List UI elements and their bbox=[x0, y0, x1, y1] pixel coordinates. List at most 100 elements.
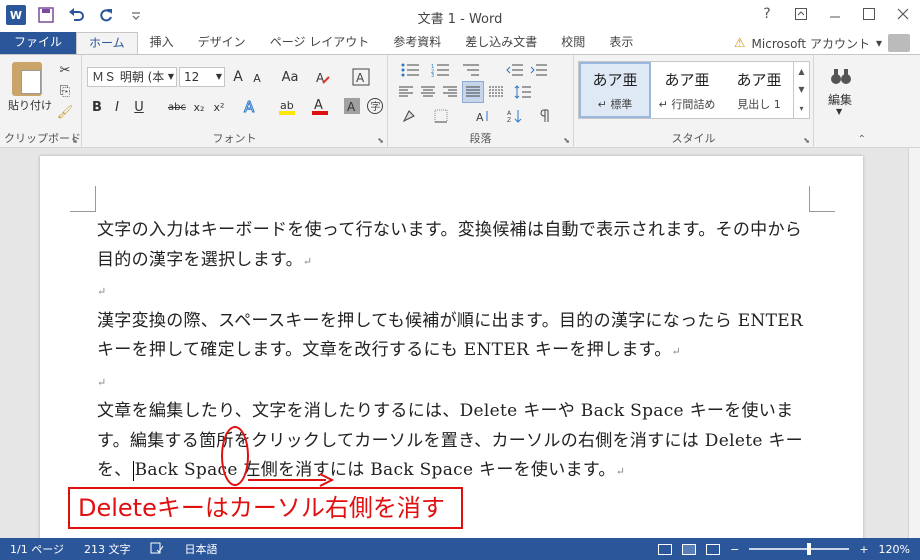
borders-icon[interactable] bbox=[428, 107, 454, 125]
font-group: ＭＳ 明朝 (本 ▼ 12 ▼ A A Aa A A B I U abc x₂ … bbox=[82, 55, 388, 149]
window-controls: ? bbox=[750, 0, 920, 28]
tab-view[interactable]: 表示 bbox=[597, 32, 645, 54]
minimize-icon[interactable] bbox=[818, 0, 852, 28]
page-count[interactable]: 1/1 ページ bbox=[0, 541, 74, 557]
font-launcher-icon[interactable]: ⬊ bbox=[377, 136, 384, 145]
scroll-up-icon[interactable]: ▲ bbox=[798, 67, 804, 76]
format-painter-icon[interactable]: 🖌 bbox=[56, 103, 74, 121]
scroll-down-icon[interactable]: ▼ bbox=[798, 85, 804, 94]
account-area[interactable]: ⚠ Microsoft アカウント ▾ bbox=[734, 34, 910, 52]
ribbon-display-options-icon[interactable] bbox=[784, 0, 818, 28]
web-layout-icon[interactable] bbox=[706, 543, 721, 555]
style-sample-text: あア亜 bbox=[736, 70, 782, 89]
group-label-clipboard: クリップボード bbox=[4, 132, 81, 145]
chevron-down-icon[interactable]: ▼ bbox=[836, 107, 842, 116]
proofing-icon[interactable] bbox=[140, 542, 174, 557]
change-case-button[interactable]: Aa bbox=[276, 67, 304, 87]
bold-button[interactable]: B bbox=[88, 97, 106, 117]
grow-font-button[interactable]: A bbox=[229, 67, 247, 87]
increase-indent-icon[interactable] bbox=[528, 61, 550, 79]
tab-page-layout[interactable]: ページ レイアウト bbox=[258, 32, 382, 54]
underline-button[interactable]: U bbox=[130, 97, 148, 117]
zoom-in-button[interactable]: + bbox=[859, 543, 868, 556]
justify-icon[interactable] bbox=[462, 81, 484, 103]
document-area: 文字の入力はキーボードを使って行ないます。変換候補は自動で表示されます。その中か… bbox=[0, 148, 908, 546]
document-body[interactable]: 文字の入力はキーボードを使って行ないます。変換候補は自動で表示されます。その中か… bbox=[97, 216, 809, 487]
multilevel-list-icon[interactable] bbox=[458, 61, 484, 79]
style-sample-text: あア亜 bbox=[664, 70, 710, 89]
zoom-slider[interactable] bbox=[749, 543, 850, 555]
styles-launcher-icon[interactable]: ⬊ bbox=[803, 136, 810, 145]
editing-label[interactable]: 編集 bbox=[828, 91, 852, 108]
style-name: ↵ 標準 bbox=[597, 97, 633, 111]
style-no-spacing[interactable]: あア亜 ↵ 行間詰め bbox=[651, 62, 723, 118]
paragraph-text: 文字の入力はキーボードを使って行ないます。変換候補は自動で表示されます。その中か… bbox=[97, 220, 803, 270]
phonetic-guide-icon[interactable]: A bbox=[350, 67, 372, 87]
tab-review[interactable]: 校閲 bbox=[549, 32, 597, 54]
tab-mailings[interactable]: 差し込み文書 bbox=[453, 32, 549, 54]
strikethrough-button[interactable]: abc bbox=[166, 97, 188, 117]
word-count[interactable]: 213 文字 bbox=[74, 541, 141, 557]
superscript-button[interactable]: x² bbox=[210, 97, 228, 117]
shading-icon[interactable] bbox=[396, 107, 422, 125]
svg-text:A: A bbox=[476, 111, 484, 123]
highlight-color-icon[interactable]: ab bbox=[274, 95, 300, 117]
decrease-indent-icon[interactable] bbox=[504, 61, 526, 79]
enclose-character-icon[interactable]: 字 bbox=[365, 95, 385, 117]
styles-gallery: あア亜 ↵ 標準 あア亜 ↵ 行間詰め あア亜 見出し 1 ▲ ▼ ▾ bbox=[578, 61, 810, 119]
tab-home[interactable]: ホーム bbox=[76, 32, 138, 54]
subscript-button[interactable]: x₂ bbox=[190, 97, 208, 117]
bullets-icon[interactable] bbox=[398, 61, 424, 79]
zoom-level[interactable]: 120% bbox=[879, 543, 914, 556]
binoculars-icon[interactable] bbox=[826, 63, 856, 89]
close-icon[interactable] bbox=[886, 0, 920, 28]
cut-icon[interactable]: ✂ bbox=[56, 61, 74, 79]
group-label-paragraph: 段落 bbox=[469, 132, 492, 145]
font-name-select[interactable]: ＭＳ 明朝 (本 ▼ bbox=[87, 67, 177, 87]
paragraph-launcher-icon[interactable]: ⬊ bbox=[563, 136, 570, 145]
clipboard-launcher-icon[interactable]: ⬊ bbox=[71, 136, 78, 145]
font-size-value: 12 bbox=[184, 70, 200, 84]
tab-insert[interactable]: 挿入 bbox=[138, 32, 186, 54]
sort-icon[interactable]: AZ bbox=[504, 107, 526, 125]
svg-text:A: A bbox=[356, 71, 365, 85]
italic-button[interactable]: I bbox=[108, 97, 126, 117]
more-styles-icon[interactable]: ▾ bbox=[799, 104, 803, 113]
svg-text:Z: Z bbox=[507, 117, 511, 123]
language[interactable]: 日本語 bbox=[174, 541, 227, 557]
group-label-styles: スタイル bbox=[671, 132, 716, 145]
maximize-icon[interactable] bbox=[852, 0, 886, 28]
print-layout-icon[interactable] bbox=[682, 543, 697, 555]
chevron-down-icon: ▼ bbox=[215, 72, 222, 81]
font-size-select[interactable]: 12 ▼ bbox=[179, 67, 225, 87]
character-shading-icon[interactable]: A bbox=[342, 95, 362, 117]
line-spacing-icon[interactable] bbox=[510, 83, 536, 101]
align-right-icon[interactable] bbox=[440, 83, 460, 101]
copy-icon[interactable]: ⎘ bbox=[56, 82, 74, 100]
shrink-font-button[interactable]: A bbox=[249, 69, 265, 87]
numbering-icon[interactable]: 123 bbox=[428, 61, 454, 79]
read-mode-icon[interactable] bbox=[658, 543, 673, 555]
align-left-icon[interactable] bbox=[396, 83, 416, 101]
asian-layout-icon[interactable]: A bbox=[472, 107, 494, 125]
tab-design[interactable]: デザイン bbox=[186, 32, 258, 54]
distributed-icon[interactable] bbox=[486, 83, 506, 101]
style-normal[interactable]: あア亜 ↵ 標準 bbox=[579, 62, 651, 118]
paste-button[interactable] bbox=[10, 61, 44, 97]
align-center-icon[interactable] bbox=[418, 83, 438, 101]
avatar[interactable] bbox=[888, 34, 910, 52]
zoom-out-button[interactable]: − bbox=[730, 543, 739, 556]
tab-references[interactable]: 参考資料 bbox=[381, 32, 453, 54]
style-heading-1[interactable]: あア亜 見出し 1 bbox=[723, 62, 795, 118]
help-icon[interactable]: ? bbox=[750, 0, 784, 28]
vertical-scrollbar[interactable] bbox=[908, 148, 920, 538]
text-cursor bbox=[132, 460, 134, 481]
tab-file[interactable]: ファイル bbox=[0, 32, 77, 54]
title-bar: W 文書 1 - Word ? bbox=[0, 0, 920, 32]
zoom-slider-thumb[interactable] bbox=[807, 543, 812, 555]
text-effects-icon[interactable]: A bbox=[240, 95, 262, 117]
font-color-icon[interactable]: A bbox=[308, 95, 332, 117]
show-marks-icon[interactable] bbox=[534, 107, 556, 125]
collapse-ribbon-icon[interactable]: ⌃ bbox=[858, 134, 866, 145]
clear-formatting-icon[interactable]: A bbox=[312, 67, 332, 87]
